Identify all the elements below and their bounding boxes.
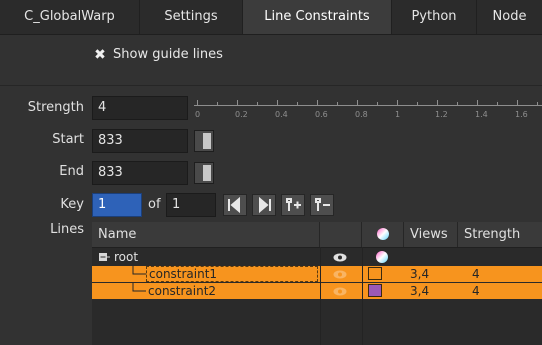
add-key-icon[interactable] (281, 194, 305, 216)
column-header-name[interactable]: Name (92, 222, 320, 247)
slider-tick-label: 1.6 (515, 110, 528, 119)
row-strength: 4 (472, 267, 480, 281)
start-input[interactable]: 833 (92, 129, 188, 153)
key-label: Key (60, 197, 84, 212)
slider-tick (217, 102, 218, 106)
tab-settings[interactable]: Settings (140, 0, 243, 34)
tab-node[interactable]: Node (477, 0, 542, 34)
color-swatch[interactable] (368, 267, 382, 280)
slider-tick (257, 102, 258, 106)
color-wheel-icon (377, 228, 389, 240)
slider-tick (517, 100, 518, 106)
slider-tick-label: 0.8 (355, 110, 368, 119)
prev-key-icon[interactable] (223, 194, 247, 216)
slider-tick (357, 100, 358, 106)
slider-tick-label: 0.4 (275, 110, 288, 119)
start-animation-button[interactable] (194, 130, 214, 152)
key-total-input: 1 (166, 193, 216, 217)
slider-tick-label: 1.2 (435, 110, 448, 119)
row-name[interactable]: constraint1 (146, 266, 318, 282)
row-strength: 4 (472, 284, 480, 298)
start-label: Start (52, 132, 84, 147)
slider-tick (197, 100, 198, 106)
lines-table: Name Views Strength root constraint1 3,4… (92, 222, 542, 345)
slider-tick (417, 102, 418, 106)
strength-label: Strength (27, 100, 84, 115)
column-separator (320, 247, 321, 345)
section-divider (0, 85, 542, 86)
table-header: Name Views Strength (92, 222, 542, 248)
slider-tick (397, 100, 398, 106)
slider-tick (297, 102, 298, 106)
column-separator (362, 247, 363, 345)
slider-tick (497, 102, 498, 106)
color-wheel-icon[interactable] (375, 250, 389, 264)
end-label: End (59, 164, 84, 179)
tab-underline (0, 34, 542, 35)
color-swatch[interactable] (368, 284, 382, 297)
key-input[interactable]: 1 (92, 193, 142, 217)
slider-tick-label: 0.2 (235, 110, 248, 119)
row-views: 3,4 (410, 284, 430, 298)
checkbox-x-icon[interactable]: ✖ (93, 48, 107, 62)
tree-collapse-icon[interactable] (98, 249, 110, 265)
row-name: root (114, 250, 139, 264)
next-key-icon[interactable] (252, 194, 276, 216)
table-row-root[interactable]: root (92, 249, 542, 265)
column-header-color[interactable] (362, 222, 404, 247)
slider-tick (237, 100, 238, 106)
visibility-eye-icon[interactable] (333, 287, 347, 296)
visibility-eye-icon[interactable] (333, 270, 347, 279)
slider-tick (457, 102, 458, 106)
key-of-label: of (148, 197, 161, 212)
row-name: constraint2 (148, 284, 217, 298)
slider-tick (437, 100, 438, 106)
row-views: 3,4 (410, 267, 430, 281)
slider-tick (317, 100, 318, 106)
slider-tick (337, 102, 338, 106)
strength-slider[interactable]: 0 0.2 0.4 0.6 0.8 1 1.2 1.4 1.6 (194, 96, 542, 122)
slider-tick (377, 102, 378, 106)
slider-tick-label: 0 (195, 110, 201, 119)
tab-python[interactable]: Python (392, 0, 477, 34)
tab-c-globalwarp[interactable]: C_GlobalWarp (0, 0, 140, 34)
remove-key-icon[interactable] (310, 194, 334, 216)
slider-tick (537, 102, 538, 106)
slider-tick-label: 1 (395, 110, 401, 119)
strength-input[interactable]: 4 (92, 96, 188, 120)
tab-bar: C_GlobalWarp Settings Line Constraints P… (0, 0, 542, 34)
column-header-views[interactable]: Views (404, 222, 458, 247)
end-animation-button[interactable] (194, 162, 214, 184)
show-guide-lines-label[interactable]: Show guide lines (113, 47, 223, 62)
column-header-visibility[interactable] (320, 222, 362, 247)
visibility-eye-icon[interactable] (333, 253, 347, 262)
lines-label: Lines (50, 222, 84, 237)
slider-tick (277, 100, 278, 106)
slider-tick-label: 1.4 (475, 110, 488, 119)
column-header-strength[interactable]: Strength (458, 222, 542, 247)
slider-tick (477, 100, 478, 106)
slider-tick-label: 0.6 (315, 110, 328, 119)
end-input[interactable]: 833 (92, 161, 188, 185)
tab-line-constraints[interactable]: Line Constraints (243, 0, 392, 34)
table-row-constraint2[interactable]: constraint2 3,4 4 (92, 283, 542, 299)
tree-branch-line (132, 266, 146, 275)
table-row-constraint1[interactable]: constraint1 3,4 4 (92, 266, 542, 282)
tree-branch-line (132, 283, 146, 292)
